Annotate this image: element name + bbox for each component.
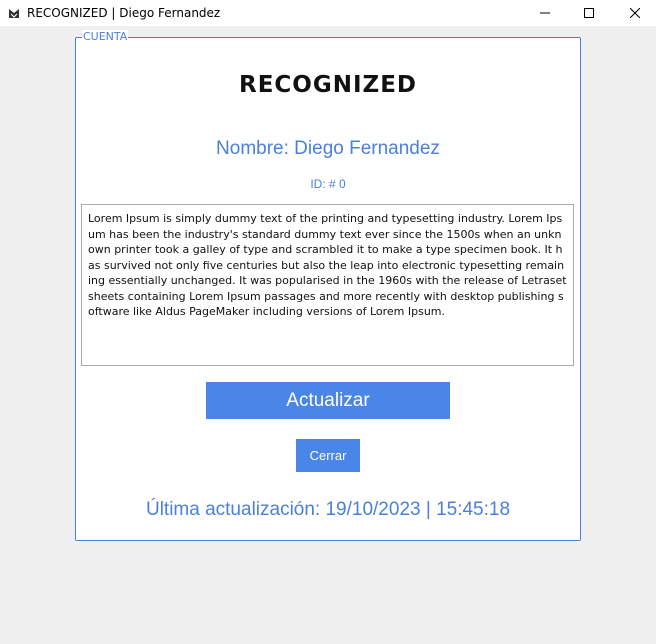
minimize-button[interactable] [522,0,568,26]
minimize-icon [540,12,550,14]
app-icon[interactable] [7,5,21,20]
maximize-icon [584,8,594,18]
update-button[interactable]: Actualizar [206,382,450,419]
user-name-label: Nombre: Diego Fernandez [216,138,440,159]
close-icon [630,8,640,18]
user-id-label: ID: # 0 [310,177,346,191]
close-button[interactable]: Cerrar [296,439,360,472]
account-groupbox: CUENTA RECOGNIZED Nombre: Diego Fernande… [75,30,581,541]
maximize-button[interactable] [566,0,612,26]
window-title: RECOGNIZED | Diego Fernandez [27,6,221,20]
close-window-button[interactable] [612,0,656,26]
last-update-label: Última actualización: 19/10/2023 | 15:45… [145,499,511,520]
page-title: RECOGNIZED [238,72,418,98]
groupbox-legend: CUENTA [82,30,129,44]
description-textarea[interactable]: Lorem Ipsum is simply dummy text of the … [81,204,574,366]
title-bar: RECOGNIZED | Diego Fernandez [0,0,656,26]
